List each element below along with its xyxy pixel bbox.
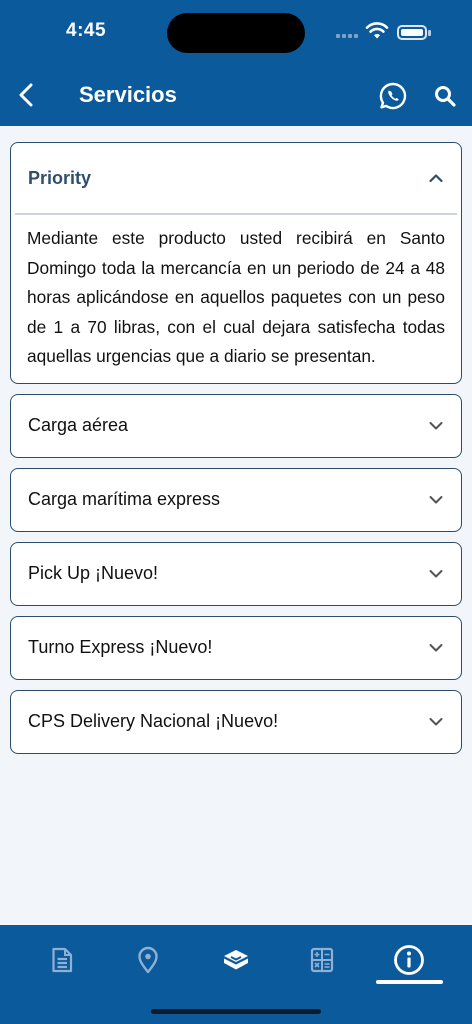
home-indicator: [151, 1009, 321, 1014]
chevron-down-icon: [429, 567, 443, 581]
location-pin-icon: [138, 946, 158, 974]
chevron-down-icon: [429, 715, 443, 729]
service-card-turno-express: Turno Express ¡Nuevo!: [10, 615, 462, 680]
service-title: Turno Express ¡Nuevo!: [28, 637, 213, 657]
service-title: CPS Delivery Nacional ¡Nuevo!: [28, 711, 279, 731]
service-header-turno-express[interactable]: Turno Express ¡Nuevo!: [11, 617, 461, 679]
document-icon: [52, 947, 73, 973]
chevron-left-icon: [19, 83, 33, 107]
service-description: Mediante este producto usted recibirá en…: [27, 228, 445, 366]
tab-bar: [0, 925, 472, 1024]
cellular-signal-icon: [336, 34, 358, 38]
wifi-icon: [365, 22, 389, 39]
service-header-carga-maritima[interactable]: Carga marítima express: [11, 469, 461, 531]
service-header-cps-delivery[interactable]: CPS Delivery Nacional ¡Nuevo!: [11, 691, 461, 753]
chevron-down-icon: [429, 419, 443, 433]
service-title: Priority: [28, 167, 92, 188]
tab-info[interactable]: [385, 939, 433, 981]
battery-icon: [397, 25, 431, 40]
services-list: Priority Mediante este producto usted re…: [10, 142, 462, 764]
service-title: Carga aérea: [28, 415, 129, 435]
whatsapp-icon: [379, 82, 407, 110]
tab-documents[interactable]: [38, 939, 86, 981]
page-title: Servicios: [79, 82, 177, 107]
service-title: Pick Up ¡Nuevo!: [28, 563, 159, 583]
back-button[interactable]: [12, 80, 40, 110]
dynamic-island: [167, 13, 305, 53]
service-title: Carga marítima express: [28, 489, 221, 509]
service-card-pick-up: Pick Up ¡Nuevo!: [10, 541, 462, 606]
package-icon: [224, 950, 248, 970]
chevron-down-icon: [429, 641, 443, 655]
service-card-cps-delivery: CPS Delivery Nacional ¡Nuevo!: [10, 689, 462, 754]
service-card-priority: Priority Mediante este producto usted re…: [10, 142, 462, 384]
chevron-up-icon: [429, 171, 443, 185]
chevron-down-icon: [429, 493, 443, 507]
app-header: 4:45 Servicios: [0, 0, 472, 126]
search-button[interactable]: [432, 83, 458, 109]
service-card-carga-aerea: Carga aérea: [10, 393, 462, 458]
info-icon: [394, 945, 424, 975]
status-time: 4:45: [66, 20, 107, 41]
whatsapp-button[interactable]: [378, 81, 408, 111]
calculator-icon: [310, 947, 334, 973]
service-header-priority[interactable]: Priority: [11, 143, 461, 213]
tab-packages[interactable]: [212, 939, 260, 981]
service-card-carga-maritima: Carga marítima express: [10, 467, 462, 532]
service-header-pick-up[interactable]: Pick Up ¡Nuevo!: [11, 543, 461, 605]
selected-tab-indicator: [376, 980, 443, 984]
tab-locations[interactable]: [124, 939, 172, 981]
tab-calculator[interactable]: [298, 939, 346, 981]
search-icon: [435, 86, 456, 107]
service-header-carga-aerea[interactable]: Carga aérea: [11, 395, 461, 457]
